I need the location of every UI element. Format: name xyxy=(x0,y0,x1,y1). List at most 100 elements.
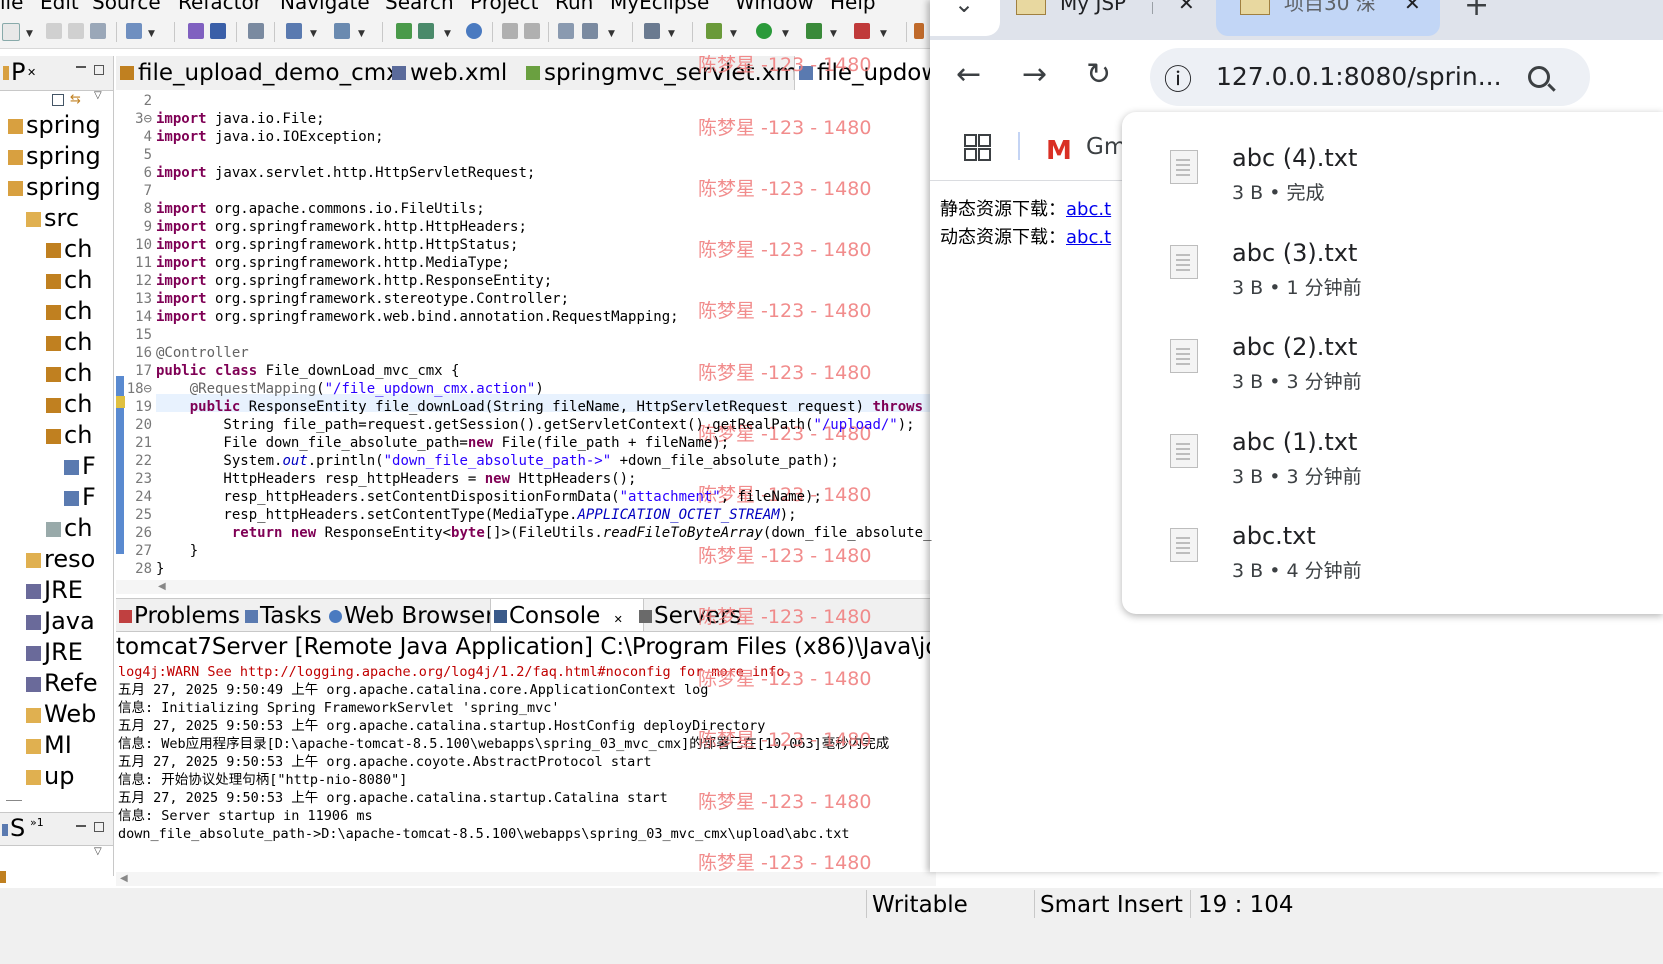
forward-history-icon[interactable] xyxy=(524,23,540,39)
tab-search-button[interactable]: ⌄ xyxy=(930,0,1000,36)
zoom-dropdown-icon[interactable]: ▼ xyxy=(608,29,615,39)
dynamic-download-link[interactable]: abc.t xyxy=(1066,227,1111,248)
apps-icon[interactable] xyxy=(964,134,991,161)
tree-item-package[interactable]: ch xyxy=(46,390,92,420)
tree-item-folder[interactable]: MI xyxy=(26,731,72,761)
view-menu-icon[interactable]: ▽ xyxy=(94,90,102,101)
menu-help[interactable]: Help xyxy=(830,0,876,14)
zoom-tool-icon[interactable] xyxy=(582,23,598,39)
print-icon[interactable] xyxy=(90,23,106,39)
tree-item-folder[interactable]: src xyxy=(26,204,79,234)
tree-item-folder[interactable]: Web xyxy=(26,700,96,730)
download-item[interactable]: abc (3).txt 3 B • 1 分钟前 xyxy=(1122,207,1582,302)
run-icon[interactable] xyxy=(756,23,772,39)
tree-item-project[interactable]: spring xyxy=(8,111,101,141)
monitor-icon[interactable] xyxy=(644,23,660,39)
package-explorer-tab[interactable]: P xyxy=(11,58,25,86)
menu-project[interactable]: Project xyxy=(470,0,538,14)
menu-run[interactable]: Run xyxy=(555,0,593,14)
link-icon[interactable] xyxy=(0,871,6,883)
minimize-icon[interactable] xyxy=(76,66,86,68)
tree-item-project[interactable]: spring xyxy=(8,173,101,203)
download-item[interactable]: abc.txt 3 B • 4 分钟前 xyxy=(1122,490,1582,585)
code-editor[interactable]: 2 3⊖ 4 5 6 7 8 9 10 11 12 13 14 15 16 17 18⊖ 19 20 21 22 23 24… xyxy=(116,90,936,593)
maximize-icon[interactable] xyxy=(94,822,104,832)
save-all-icon[interactable] xyxy=(68,23,84,39)
tree-item-package[interactable]: ch xyxy=(46,266,92,296)
tree-item-java[interactable]: F xyxy=(64,483,96,513)
menu-edit[interactable]: Edit xyxy=(40,0,79,14)
new-icon[interactable] xyxy=(2,23,20,41)
menu-file[interactable]: ile xyxy=(0,0,23,14)
tree-item-library[interactable]: Refe xyxy=(26,669,98,699)
address-bar[interactable]: ⓘ 127.0.0.1:8080/sprin... xyxy=(1150,48,1590,106)
tree-item-library[interactable]: JRE xyxy=(26,576,83,606)
tree-item-package[interactable]: ch xyxy=(46,328,92,358)
debug-dropdown-icon[interactable]: ▼ xyxy=(730,29,737,39)
new-dropdown-icon[interactable]: ▼ xyxy=(26,29,33,39)
tree-item-file[interactable]: ch xyxy=(46,514,92,544)
wizard-dropdown-icon[interactable]: ▼ xyxy=(310,29,317,39)
menu-source[interactable]: Source xyxy=(92,0,161,14)
forward-arrow-icon[interactable]: → xyxy=(1022,60,1047,90)
menu-myeclipse[interactable]: MyEclipse xyxy=(610,0,709,14)
tree-item-package[interactable]: ch xyxy=(46,359,92,389)
download-item[interactable]: abc (4).txt 3 B • 完成 xyxy=(1122,112,1582,207)
minimize-icon[interactable] xyxy=(76,825,86,827)
open-type-dropdown-icon[interactable]: ▼ xyxy=(148,29,155,39)
publish-icon[interactable] xyxy=(418,23,434,39)
editor-horizontal-scrollbar[interactable]: ◀ xyxy=(116,580,936,594)
coverage-dropdown-icon[interactable]: ▼ xyxy=(830,29,837,39)
editor-tab-file-upload-demo[interactable]: file_upload_demo_cmx xyxy=(116,56,403,90)
save-icon[interactable] xyxy=(46,23,62,39)
tree-item-package[interactable]: ch xyxy=(46,297,92,327)
maximize-icon[interactable] xyxy=(94,65,104,75)
download-item[interactable]: abc (2).txt 3 B • 3 分钟前 xyxy=(1122,301,1582,396)
reload-icon[interactable]: ↻ xyxy=(1086,60,1111,90)
coverage-icon[interactable] xyxy=(806,23,822,39)
view-menu-icon[interactable]: ▽ xyxy=(94,846,102,857)
refresh-tool-icon[interactable] xyxy=(558,23,574,39)
site-info-icon[interactable]: ⓘ xyxy=(1164,58,1192,98)
tree-item-java[interactable]: F xyxy=(64,452,96,482)
monitor-dropdown-icon[interactable]: ▼ xyxy=(668,29,675,39)
chrome-tab-project30[interactable]: 项目30 深 ✕ xyxy=(1216,0,1440,36)
deploy-icon[interactable] xyxy=(188,23,204,39)
more-views-icon[interactable]: »1 xyxy=(30,816,44,829)
back-history-icon[interactable] xyxy=(502,23,518,39)
tree-item-package[interactable]: ch xyxy=(46,235,92,265)
tree-item-package[interactable]: ch xyxy=(46,421,92,451)
menu-refactor[interactable]: Refactor xyxy=(178,0,262,14)
debug-icon[interactable] xyxy=(706,23,722,39)
download-item[interactable]: abc (1).txt 3 B • 3 分钟前 xyxy=(1122,396,1582,491)
menu-search[interactable]: Search xyxy=(385,0,454,14)
tab-console[interactable]: Console ✕ xyxy=(490,599,644,631)
search-tool-dropdown-icon[interactable]: ▼ xyxy=(358,29,365,39)
close-icon[interactable]: ✕ xyxy=(27,66,36,79)
menu-navigate[interactable]: Navigate xyxy=(280,0,370,14)
tab-problems[interactable]: Problems xyxy=(116,599,254,631)
tree-item-project[interactable]: spring xyxy=(8,142,101,172)
static-download-link[interactable]: abc.t xyxy=(1066,199,1111,220)
browser-icon[interactable] xyxy=(466,23,482,39)
run-dropdown-icon[interactable]: ▼ xyxy=(782,29,789,39)
search-tool-icon[interactable] xyxy=(334,23,350,39)
new-tab-icon[interactable]: + xyxy=(1464,0,1489,23)
external-tools-dropdown-icon[interactable]: ▼ xyxy=(880,29,887,39)
menu-window[interactable]: Window xyxy=(735,0,814,14)
tree-item-library[interactable]: JRE xyxy=(26,638,83,668)
close-icon[interactable]: ✕ xyxy=(1404,0,1421,13)
close-icon[interactable]: ✕ xyxy=(614,613,623,626)
tree-item-library[interactable]: Java xyxy=(26,607,95,637)
scroll-left-icon[interactable]: ◀ xyxy=(158,581,166,592)
tree-item-folder[interactable]: reso xyxy=(26,545,95,575)
wizard-icon[interactable] xyxy=(286,23,302,39)
scroll-left-icon[interactable]: ◀ xyxy=(120,873,128,884)
collapse-all-icon[interactable] xyxy=(52,94,64,106)
globe-settings-icon[interactable] xyxy=(248,23,264,39)
editor-tab-web-xml[interactable]: web.xml xyxy=(388,56,538,90)
extra-tool-icon[interactable] xyxy=(914,23,924,39)
console-output[interactable]: log4j:WARN See http://logging.apache.org… xyxy=(116,662,936,872)
open-type-icon[interactable] xyxy=(126,23,142,39)
tab-tasks[interactable]: Tasks xyxy=(242,599,338,631)
